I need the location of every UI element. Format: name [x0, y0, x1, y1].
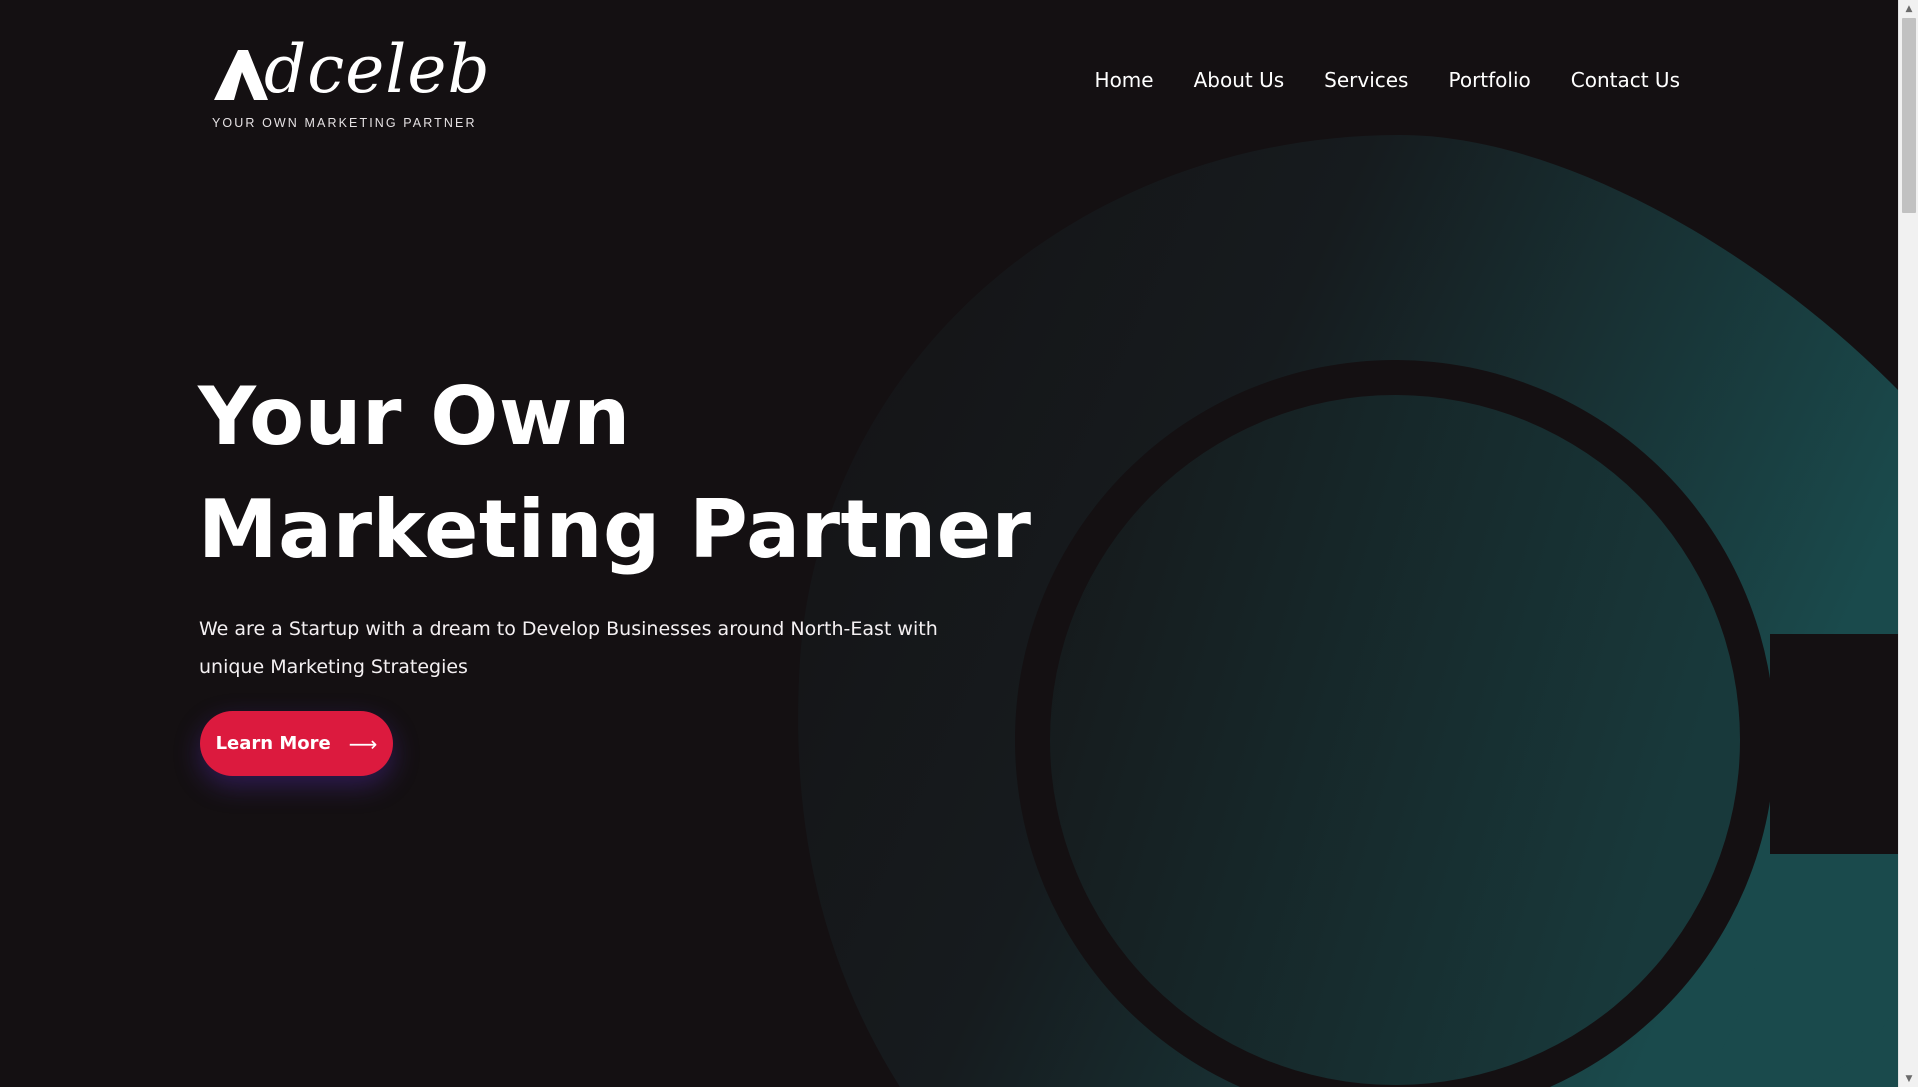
- background-ring-shape: [1015, 360, 1775, 1087]
- logo-tagline: YOUR OWN MARKETING PARTNER: [212, 116, 477, 130]
- hero-subtitle: We are a Startup with a dream to Develop…: [199, 618, 938, 678]
- scroll-up-arrow-icon[interactable]: ▲: [1899, 0, 1918, 17]
- main-nav: Home About Us Services Portfolio Contact…: [1095, 68, 1680, 92]
- background-notch-shape: [1770, 634, 1898, 854]
- site-logo[interactable]: dceleb YOUR OWN MARKETING PARTNER: [208, 24, 490, 134]
- page-scrollbar[interactable]: ▲ ▼: [1898, 0, 1918, 1087]
- learn-more-button[interactable]: Learn More ⟶: [200, 711, 393, 776]
- hero-title-line2: Marketing Partner: [198, 483, 1032, 576]
- background-inner-circle: [1050, 395, 1740, 1085]
- arrow-right-icon: ⟶: [348, 731, 378, 756]
- hero-title-line1: Your Own: [198, 370, 631, 463]
- site-header: dceleb YOUR OWN MARKETING PARTNER Home A…: [0, 0, 1898, 160]
- nav-services[interactable]: Services: [1324, 68, 1408, 92]
- nav-home[interactable]: Home: [1095, 68, 1154, 92]
- logo-wordmark: dceleb: [264, 31, 491, 108]
- page: dceleb YOUR OWN MARKETING PARTNER Home A…: [0, 0, 1918, 1087]
- hero-title: Your Own Marketing Partner: [198, 360, 1098, 586]
- nav-contact-us[interactable]: Contact Us: [1571, 68, 1680, 92]
- nav-portfolio[interactable]: Portfolio: [1448, 68, 1530, 92]
- background-arc-shape: [798, 135, 1898, 1087]
- learn-more-label: Learn More: [215, 733, 331, 754]
- background-corner-shape: [1700, 854, 1898, 1087]
- nav-about-us[interactable]: About Us: [1194, 68, 1285, 92]
- scroll-down-arrow-icon[interactable]: ▼: [1899, 1070, 1918, 1087]
- logo-a-icon: [214, 50, 268, 100]
- scrollbar-thumb[interactable]: [1902, 18, 1916, 213]
